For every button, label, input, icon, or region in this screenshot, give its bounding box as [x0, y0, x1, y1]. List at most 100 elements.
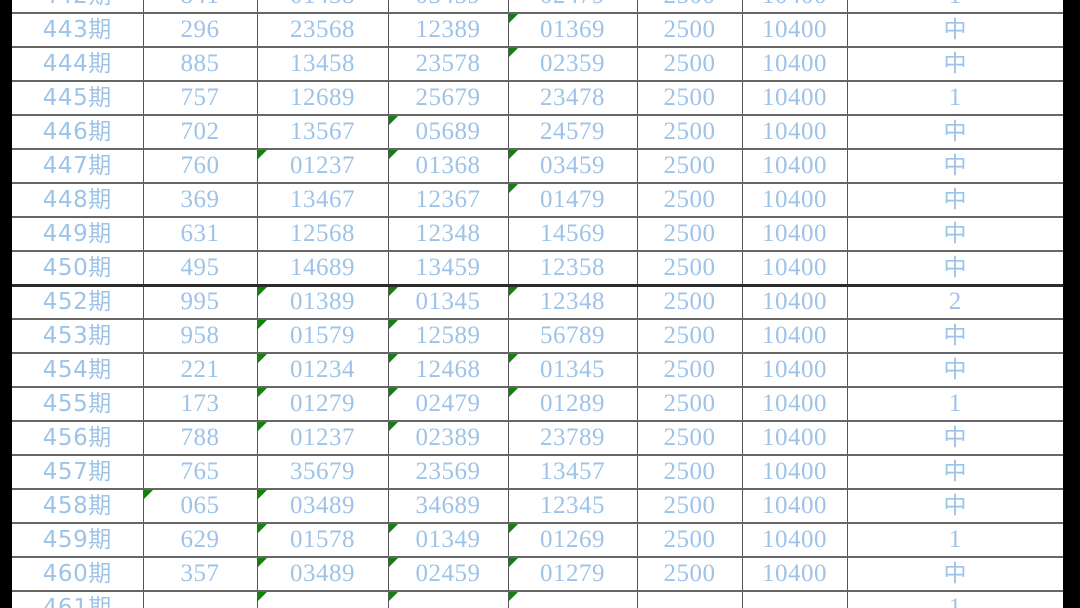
cell-period[interactable]: 448期 — [12, 183, 144, 218]
cell-result[interactable]: 中 — [847, 489, 1063, 524]
cell-result[interactable]: 中 — [847, 319, 1063, 354]
cell-g2[interactable]: 12468 — [388, 353, 509, 388]
table-row[interactable]: 452期 995 01389 01345 12348 2500 10400 2 — [12, 283, 1063, 320]
cell-result[interactable]: 1 — [847, 0, 1063, 14]
cell-period[interactable]: 444期 — [12, 47, 144, 82]
cell-g1[interactable]: 13567 — [257, 115, 389, 150]
table-row[interactable]: 458期 065 03489 34689 12345 2500 10400 中 — [12, 489, 1063, 524]
cell-period[interactable]: 455期 — [12, 387, 144, 422]
cell-result[interactable]: 中 — [847, 149, 1063, 184]
cell-result[interactable]: 中 — [847, 115, 1063, 150]
table-row[interactable]: 448期 369 13467 12367 01479 2500 10400 中 — [12, 183, 1063, 218]
table-row[interactable]: 447期 760 01237 01368 03459 2500 10400 中 — [12, 149, 1063, 184]
cell-prize[interactable]: 10400 — [742, 353, 848, 388]
cell-g2[interactable]: 03459 — [388, 0, 509, 14]
cell-result[interactable]: 中 — [847, 455, 1063, 490]
cell-num[interactable]: 760 — [143, 149, 258, 184]
cell-g2[interactable]: 13459 — [388, 251, 509, 286]
cell-g3[interactable]: 01269 — [508, 523, 638, 558]
cell-num[interactable]: 757 — [143, 81, 258, 116]
spreadsheet-area[interactable]: 442期 841 01458 03459 02479 2500 10400 1 443期 296 2… — [12, 0, 1063, 608]
cell-g1[interactable]: 13458 — [257, 47, 389, 82]
cell-g3[interactable]: 01345 — [508, 353, 638, 388]
cell-g1[interactable]: 01578 — [257, 523, 389, 558]
cell-g1[interactable]: 01237 — [257, 421, 389, 456]
cell-num[interactable]: 221 — [143, 353, 258, 388]
cell-g3[interactable]: 24579 — [508, 115, 638, 150]
cell-num[interactable]: 702 — [143, 115, 258, 150]
cell-g3[interactable]: 13457 — [508, 455, 638, 490]
table-row[interactable]: 446期 702 13567 05689 24579 2500 10400 中 — [12, 115, 1063, 150]
cell-g3[interactable]: 01369 — [508, 13, 638, 48]
cell-result[interactable]: 1 — [847, 523, 1063, 558]
table-row[interactable]: 445期 757 12689 25679 23478 2500 10400 1 — [12, 81, 1063, 116]
cell-period[interactable]: 457期 — [12, 455, 144, 490]
cell-g1[interactable]: 23568 — [257, 13, 389, 48]
cell-period[interactable]: 458期 — [12, 489, 144, 524]
cell-period[interactable]: 461期 — [12, 591, 144, 608]
cell-prize[interactable]: 10400 — [742, 387, 848, 422]
table-row[interactable]: 449期 631 12568 12348 14569 2500 10400 中 — [12, 217, 1063, 252]
cell-prize[interactable]: 10400 — [742, 251, 848, 286]
cell-num[interactable]: 765 — [143, 455, 258, 490]
cell-g2[interactable]: 12348 — [388, 217, 509, 252]
cell-period[interactable]: 452期 — [12, 283, 144, 320]
cell-bet[interactable] — [637, 591, 743, 608]
cell-bet[interactable]: 2500 — [637, 283, 743, 320]
cell-g1[interactable]: 01579 — [257, 319, 389, 354]
table-row[interactable]: 457期 765 35679 23569 13457 2500 10400 中 — [12, 455, 1063, 490]
cell-bet[interactable]: 2500 — [637, 489, 743, 524]
cell-g2[interactable]: 05689 — [388, 115, 509, 150]
cell-num[interactable]: 995 — [143, 283, 258, 320]
cell-bet[interactable]: 2500 — [637, 353, 743, 388]
cell-g3[interactable]: 23478 — [508, 81, 638, 116]
cell-g3[interactable]: 12348 — [508, 283, 638, 320]
cell-g2[interactable]: 23569 — [388, 455, 509, 490]
cell-prize[interactable]: 10400 — [742, 319, 848, 354]
cell-num[interactable]: 173 — [143, 387, 258, 422]
cell-bet[interactable]: 2500 — [637, 455, 743, 490]
cell-g2[interactable]: 12367 — [388, 183, 509, 218]
table-row[interactable]: 454期 221 01234 12468 01345 2500 10400 中 — [12, 353, 1063, 388]
cell-prize[interactable]: 10400 — [742, 47, 848, 82]
table-row[interactable]: 459期 629 01578 01349 01269 2500 10400 1 — [12, 523, 1063, 558]
cell-result[interactable]: 中 — [847, 353, 1063, 388]
cell-prize[interactable]: 10400 — [742, 13, 848, 48]
cell-num[interactable]: 788 — [143, 421, 258, 456]
cell-g2[interactable]: 02479 — [388, 387, 509, 422]
cell-bet[interactable]: 2500 — [637, 421, 743, 456]
cell-bet[interactable]: 2500 — [637, 387, 743, 422]
cell-num[interactable]: 958 — [143, 319, 258, 354]
table-row[interactable]: 450期 495 14689 13459 12358 2500 10400 中 — [12, 251, 1063, 286]
cell-g3[interactable] — [508, 591, 638, 608]
cell-g2[interactable]: 01368 — [388, 149, 509, 184]
cell-bet[interactable]: 2500 — [637, 115, 743, 150]
cell-g2[interactable]: 12389 — [388, 13, 509, 48]
table-row[interactable]: 461期 1 — [12, 591, 1063, 608]
cell-g3[interactable]: 23789 — [508, 421, 638, 456]
cell-g1[interactable]: 03489 — [257, 489, 389, 524]
cell-result[interactable]: 中 — [847, 421, 1063, 456]
cell-g3[interactable]: 12358 — [508, 251, 638, 286]
cell-prize[interactable]: 10400 — [742, 183, 848, 218]
table-row[interactable]: 456期 788 01237 02389 23789 2500 10400 中 — [12, 421, 1063, 456]
cell-g1[interactable]: 01389 — [257, 283, 389, 320]
cell-g3[interactable]: 02359 — [508, 47, 638, 82]
cell-g1[interactable]: 01237 — [257, 149, 389, 184]
cell-prize[interactable]: 10400 — [742, 81, 848, 116]
cell-g1[interactable]: 13467 — [257, 183, 389, 218]
cell-g1[interactable]: 14689 — [257, 251, 389, 286]
cell-g2[interactable]: 02389 — [388, 421, 509, 456]
cell-period[interactable]: 445期 — [12, 81, 144, 116]
cell-prize[interactable]: 10400 — [742, 557, 848, 592]
table-row[interactable]: 453期 958 01579 12589 56789 2500 10400 中 — [12, 319, 1063, 354]
cell-prize[interactable]: 10400 — [742, 283, 848, 320]
cell-period[interactable]: 453期 — [12, 319, 144, 354]
cell-period[interactable]: 442期 — [12, 0, 144, 14]
cell-g3[interactable]: 02479 — [508, 0, 638, 14]
cell-num[interactable]: 495 — [143, 251, 258, 286]
cell-prize[interactable]: 10400 — [742, 115, 848, 150]
cell-num[interactable]: 841 — [143, 0, 258, 14]
cell-result[interactable]: 1 — [847, 81, 1063, 116]
table-row[interactable]: 460期 357 03489 02459 01279 2500 10400 中 — [12, 557, 1063, 592]
